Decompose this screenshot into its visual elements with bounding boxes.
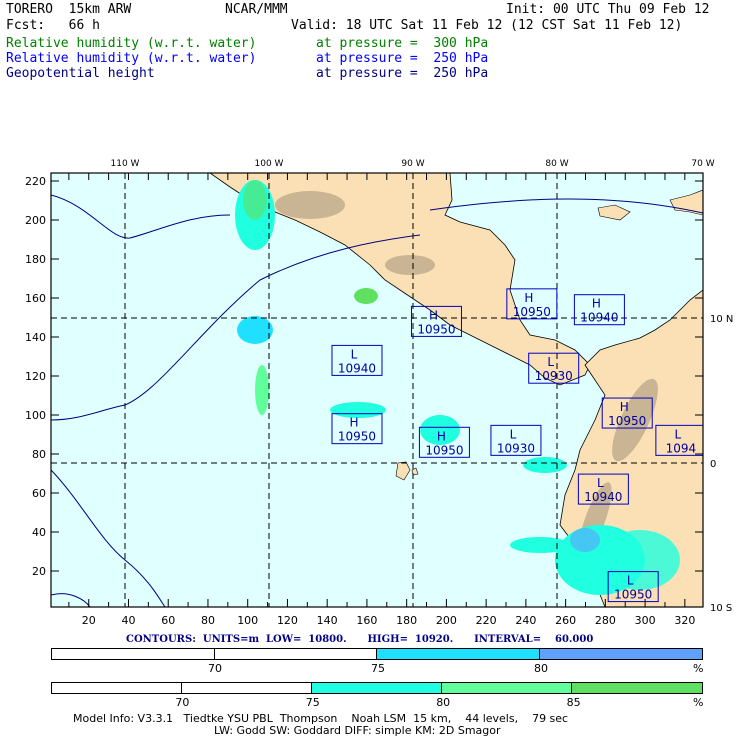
x-tick-label: 100	[237, 614, 258, 627]
center-value: 10950	[608, 414, 646, 428]
longitude-label: 110 W	[111, 159, 140, 169]
longitude-label: 80 W	[545, 159, 568, 169]
colorbar-swatch	[539, 649, 702, 659]
center-type: L	[627, 574, 634, 588]
colorbar-label: 75	[371, 662, 385, 675]
colorbar-swatch	[52, 683, 182, 693]
x-tick-label: 20	[82, 614, 96, 627]
longitude-label: 100 W	[255, 159, 284, 169]
field-level: at pressure = 250 hPa	[316, 51, 489, 66]
x-tick-label: 120	[277, 614, 298, 627]
center-value: 10950	[417, 322, 455, 336]
y-tick-label: 20	[32, 565, 46, 578]
center-name: NCAR/MMM	[225, 2, 288, 17]
y-tick-label: 60	[32, 487, 46, 500]
center-value: 10940	[584, 490, 622, 504]
center-value: 1094	[666, 441, 697, 455]
x-tick-label: 220	[476, 614, 497, 627]
colorbar-label: 70	[208, 662, 222, 675]
colorbar-label: 75	[305, 696, 320, 709]
colorbar-swatch	[52, 649, 215, 659]
x-tick-label: 160	[356, 614, 377, 627]
x-tick-label: 200	[436, 614, 457, 627]
field-name: Relative humidity (w.r.t. water)	[6, 51, 257, 66]
colorbar-label: 80	[436, 696, 451, 709]
center-value: 10940	[580, 311, 618, 325]
center-type: H	[349, 416, 358, 430]
colorbar-swatch	[572, 683, 702, 693]
x-tick-label: 260	[555, 614, 576, 627]
center-value: 10950	[425, 443, 463, 457]
colorbar-label: %	[693, 696, 704, 709]
latitude-label: 10 N	[710, 314, 733, 325]
weather-map: H10950L10940H10950 H10950L10930H10950H109…	[25, 159, 733, 627]
field-level: at pressure = 300 hPa	[316, 36, 489, 51]
contour-info: CONTOURS: UNITS=m LOW= 10800. HIGH= 1092…	[126, 634, 594, 645]
y-tick-label: 140	[25, 331, 46, 344]
center-type: L	[351, 347, 358, 361]
center-type: H	[437, 429, 446, 443]
colorbar-label: 70	[175, 696, 190, 709]
x-tick-label: 80	[201, 614, 215, 627]
colorbar-swatch	[214, 649, 377, 659]
colorbar-swatch	[312, 683, 442, 693]
longitude-label: 90 W	[401, 159, 424, 169]
x-tick-label: 180	[396, 614, 417, 627]
center-type: H	[429, 308, 438, 322]
field-name: Relative humidity (w.r.t. water)	[6, 36, 257, 51]
x-tick-label: 280	[595, 614, 616, 627]
y-tick-label: 200	[25, 214, 46, 227]
colorbar-label: %	[693, 662, 704, 675]
center-value: 10930	[497, 441, 535, 455]
center-value: 10950	[513, 305, 551, 319]
center-type: L	[510, 427, 517, 441]
y-tick-label: 40	[32, 526, 46, 539]
latitude-label: 10 S	[710, 603, 732, 614]
center-type: H	[620, 400, 629, 414]
forecast-hour: Fcst: 66 h	[6, 18, 100, 33]
colorbar-swatch	[182, 683, 312, 693]
colorbar-swatch	[442, 683, 572, 693]
colorbar-rh-250	[51, 648, 703, 660]
center-value: 10930	[535, 369, 573, 383]
init-time: Init: 00 UTC Thu 09 Feb 12	[506, 2, 710, 17]
x-tick-label: 40	[121, 614, 135, 627]
center-type: L	[547, 355, 554, 369]
center-value: 10940	[338, 361, 376, 375]
x-tick-label: 240	[515, 614, 536, 627]
field-level: at pressure = 250 hPa	[316, 66, 489, 81]
x-tick-label: 140	[317, 614, 338, 627]
longitude-label: 70 W	[691, 159, 714, 169]
y-tick-label: 120	[25, 370, 46, 383]
center-value: 10950	[338, 430, 376, 444]
center-type: L	[675, 427, 682, 441]
center-type: L	[597, 476, 604, 490]
colorbar-label: 80	[534, 662, 548, 675]
center-type: H	[592, 297, 601, 311]
model-info-physics: LW: Godd SW: Goddard DIFF: simple KM: 2D…	[214, 724, 501, 737]
y-tick-label: 80	[32, 448, 46, 461]
center-type: H	[524, 291, 533, 305]
x-tick-label: 60	[161, 614, 175, 627]
x-tick-label: 300	[635, 614, 656, 627]
y-tick-label: 220	[25, 175, 46, 188]
y-tick-label: 160	[25, 292, 46, 305]
valid-time: Valid: 18 UTC Sat 11 Feb 12 (12 CST Sat …	[291, 18, 683, 33]
colorbar-swatch	[377, 649, 540, 659]
colorbar-rh-300	[51, 682, 703, 694]
y-tick-label: 100	[25, 409, 46, 422]
model-title: TORERO 15km ARW	[6, 2, 132, 17]
center-value: 10950	[614, 588, 652, 602]
x-tick-label: 320	[674, 614, 695, 627]
latitude-label: 0	[710, 459, 716, 470]
y-tick-label: 180	[25, 253, 46, 266]
field-name: Geopotential height	[6, 66, 155, 81]
colorbar-label: 85	[566, 696, 581, 709]
